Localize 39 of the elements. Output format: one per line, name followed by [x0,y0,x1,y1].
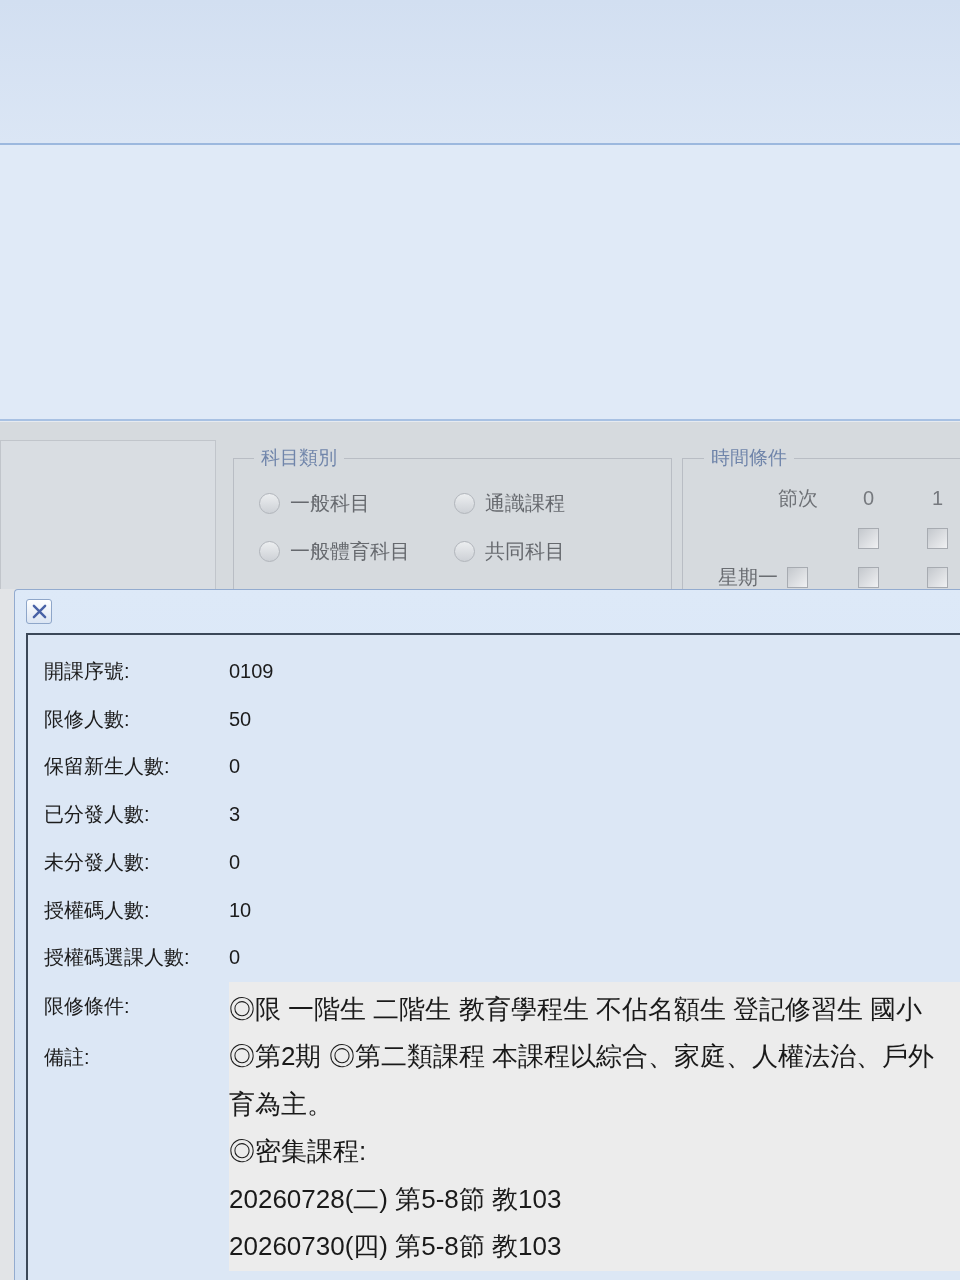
checkbox[interactable] [787,566,808,588]
radio-option[interactable]: 通識課程 [453,489,649,517]
period-number: 0 [861,486,876,510]
checkbox[interactable] [858,566,879,588]
group-title: 時間條件 [710,446,788,470]
field-label: 未分發人數: [44,849,151,875]
field-value: 0 [229,754,242,780]
field-value: 50 [229,706,253,732]
note-line: 20260730(四) 第5-8節 教103 [229,1230,563,1264]
field-value: 10 [229,897,253,923]
field-label: 保留新生人數: [44,754,171,780]
close-icon [31,604,47,619]
field-value: 0 [229,945,242,971]
field-label: 限修條件: [44,994,130,1017]
field-label: 限修人數: [44,706,131,732]
note-line: ◎第2期 ◎第二類課程 本課程以綜合、家庭、人權法治、戶外 [229,1040,935,1074]
field-label: 備註: [44,1046,90,1069]
field-value: 0109 [229,659,275,684]
note-line: 育為主。 [229,1087,334,1121]
note-line: ◎密集課程: [229,1135,368,1169]
checkbox[interactable] [927,528,948,549]
field-value: 3 [229,802,242,828]
radio-option[interactable]: 共同科目 [453,537,649,565]
period-header: 節次 [778,486,818,510]
note-line: 20260728(二) 第5-8節 教103 [229,1182,563,1216]
checkbox[interactable] [858,528,879,549]
period-number: 1 [930,486,945,510]
field-value: 0 [229,849,242,875]
field-label: 授權碼人數: [44,897,151,923]
close-button[interactable] [26,599,52,624]
checkbox[interactable] [927,566,948,588]
note-line: ◎限 一階生 二階生 教育學程生 不佔名額生 登記修習生 國小 [229,992,924,1026]
field-label: 授權碼選課人數: [44,945,191,971]
day-label: 星期一 [718,565,778,589]
radio-option[interactable]: 一般科目 [258,489,454,517]
field-label: 開課序號: [44,659,131,684]
radio-option[interactable]: 一般體育科目 [258,537,454,565]
group-title: 科目類別 [259,446,338,470]
field-label: 已分發人數: [44,802,151,828]
